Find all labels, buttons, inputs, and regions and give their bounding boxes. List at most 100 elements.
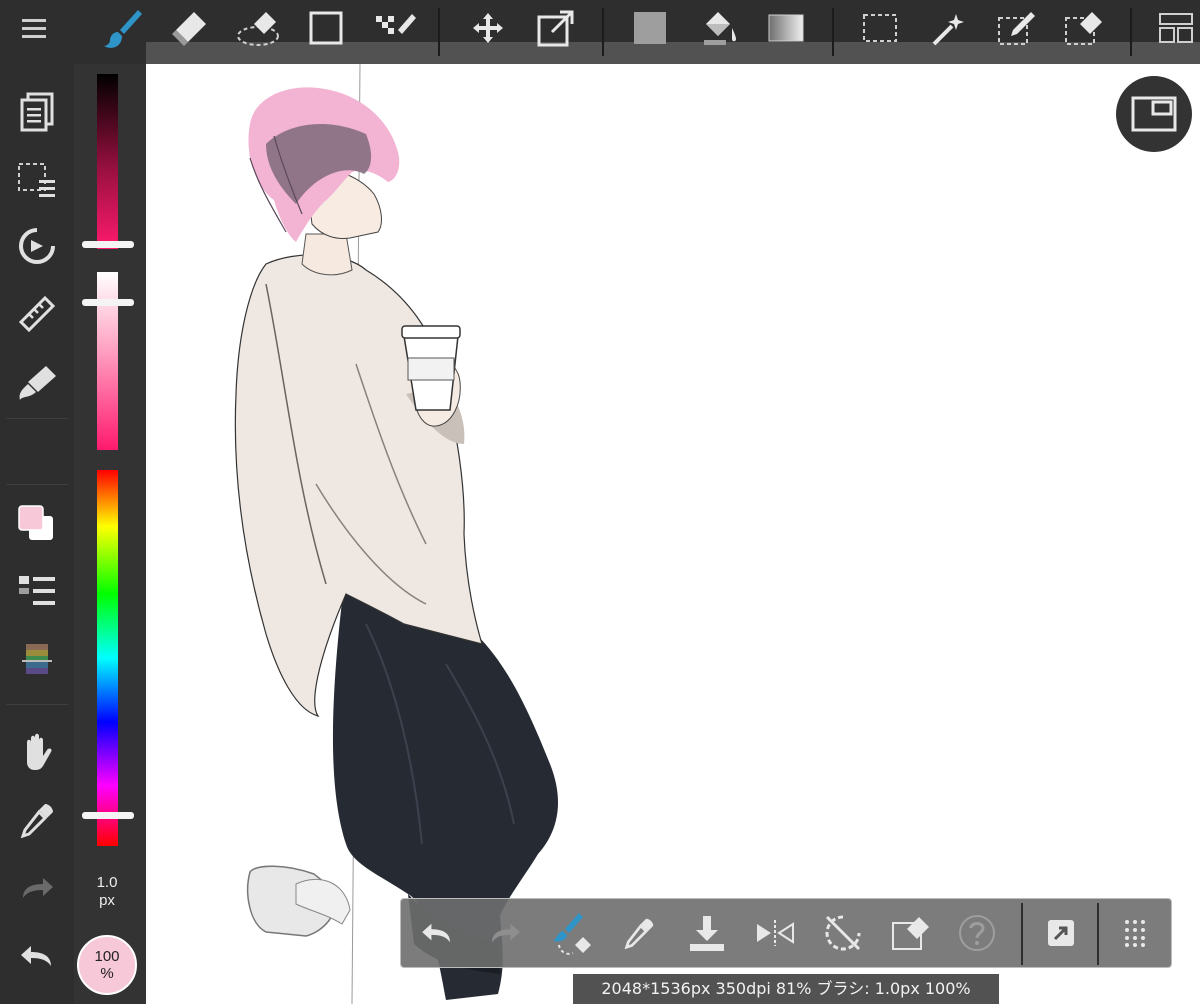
undo-button[interactable] [6,928,68,984]
bucket-icon [704,12,736,45]
rotate-button[interactable] [6,218,68,274]
toolbar-separator [438,8,440,56]
select-menu-icon [18,163,55,197]
brightness-slider[interactable] [97,74,118,249]
tool-brush-button[interactable] [92,2,152,54]
saturation-slider-handle[interactable] [82,299,134,306]
palette-icon [22,644,52,674]
left-toolbar-separator [6,484,68,485]
left-toolbar [0,64,74,1004]
rotate-reset-icon [825,915,861,951]
quick-bar-separator [1097,903,1099,965]
left-toolbar-separator [6,418,68,419]
toolbar-separator [1130,8,1132,56]
quick-save-button[interactable] [681,907,733,959]
rotate-icon [19,228,55,264]
tool-blur-eraser-button[interactable] [230,2,290,54]
toolbar-separator [602,8,604,56]
filter-icon [19,366,56,400]
select-menu-button[interactable] [6,152,68,208]
tool-shape-button[interactable] [296,2,356,54]
gradient-icon [768,14,804,42]
eyedropper-button[interactable] [6,792,68,848]
brush-icon [104,10,142,48]
redo-button[interactable] [6,860,68,916]
tool-gradient-button[interactable] [756,2,816,54]
status-bar: 2048*1536px 350dpi 81% ブラシ: 1.0px 100% [573,974,999,1004]
primary-color-swatch [18,505,44,531]
tool-transform-button[interactable] [526,2,586,54]
brush-opacity-value: 100 [94,948,120,965]
fullscreen-icon [1048,920,1074,946]
color-swatch-icon [18,505,53,540]
canvas-artwork [234,64,559,1004]
saturation-slider[interactable] [97,272,118,450]
quick-more-button[interactable] [1109,907,1161,959]
quick-fullscreen-button[interactable] [1035,907,1087,959]
tool-fill-color-button[interactable] [620,2,680,54]
quick-clear-button[interactable] [885,907,937,959]
flip-horizontal-icon [757,920,794,946]
undo-icon [21,946,51,966]
navigator-button[interactable] [1116,76,1192,152]
tool-eraser-button[interactable] [160,2,220,54]
hand-tool-button[interactable] [6,724,68,780]
hue-slider[interactable] [97,470,118,846]
layout-button[interactable] [1146,2,1200,54]
save-download-icon [690,916,724,951]
quick-undo-button[interactable] [411,907,463,959]
dot-brush-icon [376,14,416,34]
eyedropper-icon [20,804,53,838]
layers-button[interactable] [6,84,68,140]
redo-icon [23,878,53,898]
quick-bar-separator [1021,903,1023,965]
palette-button[interactable] [6,632,68,688]
quick-brush-eraser-toggle-button[interactable] [545,907,597,959]
ruler-button[interactable] [6,286,68,342]
undo-icon [422,923,450,943]
select-pen-icon [998,12,1035,45]
select-rect-icon [863,14,897,42]
filter-button[interactable] [6,354,68,410]
brush-size-readout[interactable]: 1.0 px [74,874,140,910]
quick-help-button[interactable] [951,907,1003,959]
menu-button[interactable] [4,2,64,54]
eyedropper-icon [624,918,654,949]
tool-select-pen-button[interactable] [986,2,1046,54]
drawing-canvas[interactable] [146,64,1200,1004]
tool-move-button[interactable] [458,2,518,54]
brush-opacity-unit: % [100,965,114,982]
brightness-slider-handle[interactable] [82,241,134,248]
select-eraser-icon [1065,12,1102,45]
brush-eraser-toggle-icon [553,913,591,955]
more-grid-icon [1125,920,1145,947]
brush-size-unit: px [99,892,115,909]
layout-icon [1159,13,1193,43]
quick-flip-button[interactable] [749,907,801,959]
quick-rotate-reset-button[interactable] [817,907,869,959]
left-toolbar-separator [6,704,68,705]
transform-icon [537,10,574,47]
redo-icon [492,923,520,943]
quick-redo-button[interactable] [479,907,531,959]
tool-magic-wand-button[interactable] [918,2,978,54]
shape-rectangle-icon [309,11,343,45]
tool-bucket-button[interactable] [688,2,748,54]
color-swatch-button[interactable] [6,496,68,552]
navigator-icon [1131,96,1177,132]
quick-action-bar [400,898,1172,968]
brush-size-value: 1.0 [96,874,118,891]
color-sliders [82,74,134,846]
quick-eyedropper-button[interactable] [613,907,665,959]
hue-slider-handle[interactable] [82,812,134,819]
ruler-icon [18,295,56,333]
tool-select-rect-button[interactable] [850,2,910,54]
toolbar-separator [832,8,834,56]
help-icon [959,915,995,951]
blur-eraser-icon [237,12,279,46]
brush-opacity-button[interactable]: 100 % [77,935,137,995]
tool-select-eraser-button[interactable] [1054,2,1114,54]
layer-list-icon [19,576,55,605]
tool-dot-button[interactable] [364,2,424,54]
layer-list-button[interactable] [6,564,68,620]
